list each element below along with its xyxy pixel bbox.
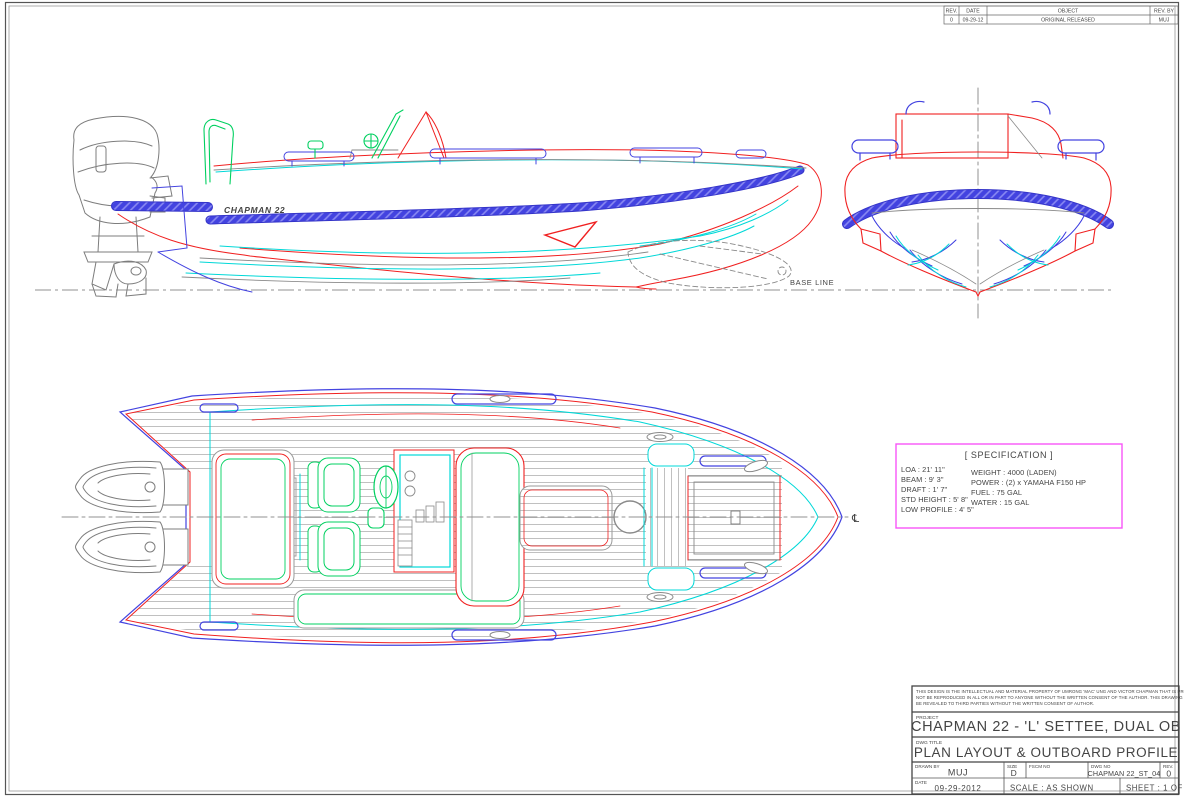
hidden-outline-dashed — [627, 239, 792, 289]
sheet-value: SHEET : 1 OF 1 — [1126, 784, 1184, 793]
hull-profile-red — [117, 110, 822, 290]
object-cell: ORIGINAL RELEASED — [1041, 18, 1095, 24]
date-cell: 09-29-12 — [963, 18, 984, 24]
outboard-motor-port — [75, 460, 189, 514]
aft-settee — [211, 449, 295, 589]
profile-green-details — [203, 109, 404, 185]
date-value: 09-29-2012 — [935, 784, 982, 793]
rub-rail-profile — [111, 165, 805, 225]
revby-cell: MUJ — [1159, 18, 1170, 24]
centerline-symbol: ℄ — [851, 513, 859, 525]
revision-table-text: REV. DATE OBJECT REV. BY 0 09-29-12 ORIG… — [946, 9, 1175, 24]
specification-box: [ SPECIFICATION ] LOA : 21' 11" BEAM : 9… — [895, 443, 1123, 529]
date-col-header: DATE — [966, 9, 980, 15]
rev-col-header: REV. — [946, 9, 958, 15]
spec-draft: DRAFT : 1' 7" — [901, 485, 948, 494]
front-view — [842, 87, 1114, 319]
profile-view: CHAPMAN 22 — [72, 109, 822, 298]
spec-water: WATER : 15 GAL — [971, 498, 1030, 507]
date-label: DATE — [915, 780, 927, 785]
locker-starboard — [647, 567, 695, 591]
throttle — [367, 507, 385, 529]
title-block: THIS DESIGN IS THE INTELLECTUAL AND MATE… — [911, 685, 1184, 795]
size-value: D — [1011, 768, 1018, 778]
spec-title: [ SPECIFICATION ] — [965, 450, 1054, 460]
spec-weight: WEIGHT : 4000 (LADEN) — [971, 468, 1057, 477]
drawn-by-value: MUJ — [948, 768, 968, 778]
disclaimer-line-3: BE REVEALED TO THIRD PARTIES WITHOUT THE… — [916, 701, 1094, 706]
object-col-header: OBJECT — [1058, 9, 1079, 15]
hull-boat-name: CHAPMAN 22 — [224, 205, 285, 215]
spec-power: POWER : (2) x YAMAHA F150 HP — [971, 478, 1086, 487]
sunpad — [519, 485, 613, 551]
windshield-plan — [455, 447, 525, 607]
cad-canvas: REV. DATE OBJECT REV. BY 0 09-29-12 ORIG… — [4, 1, 1184, 796]
project-title: CHAPMAN 22 - 'L' SETTEE, DUAL OB — [911, 719, 1181, 735]
spec-beam: BEAM : 9' 3" — [901, 475, 944, 484]
scale-value: SCALE : AS SHOWN — [1010, 784, 1094, 793]
locker-port — [647, 443, 695, 467]
baseline-label: BASE LINE — [790, 278, 834, 287]
dwg-title: PLAN LAYOUT & OUTBOARD PROFILE — [914, 745, 1178, 760]
revby-col-header: REV. BY — [1154, 9, 1175, 15]
rev-value: 0 — [1166, 769, 1171, 779]
plan-view: ℄ — [61, 388, 859, 646]
helm-chair-1 — [307, 457, 361, 513]
rev-cell: 0 — [950, 18, 953, 24]
drawing-sheet: REV. DATE OBJECT REV. BY 0 09-29-12 ORIG… — [0, 0, 1184, 798]
helm-chair-2 — [307, 521, 361, 577]
disclaimer-line-2: NOT BE REPRODUCED IN ALL OR IN PART TO A… — [916, 695, 1184, 700]
spec-low-profile: LOW PROFILE : 4' 5" — [901, 505, 974, 514]
outboard-motor-starboard — [75, 520, 189, 574]
spec-fuel: FUEL : 75 GAL — [971, 488, 1022, 497]
bow-hatch — [687, 475, 781, 561]
spec-loa: LOA : 21' 11" — [901, 465, 945, 474]
spec-std-height: STD HEIGHT : 5' 8" — [901, 495, 968, 504]
disclaimer-line-1: THIS DESIGN IS THE INTELLECTUAL AND MATE… — [916, 689, 1184, 694]
fscm-label: FSCM NO — [1029, 764, 1051, 769]
dwg-no-value: CHAPMAN 22_ST_04 — [1088, 769, 1161, 778]
drawn-by-label: DRAWN BY — [915, 764, 940, 769]
